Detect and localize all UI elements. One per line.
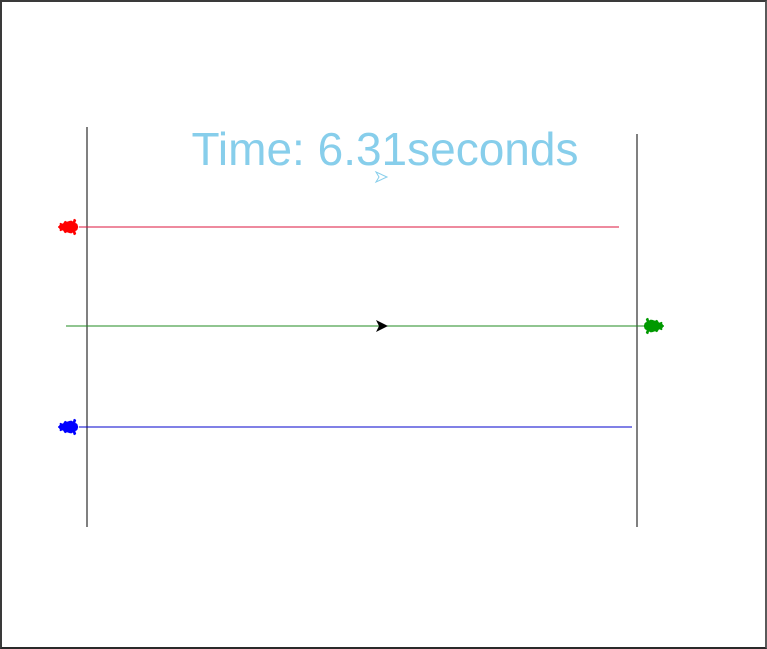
red-turtle-icon bbox=[57, 218, 79, 236]
red-turtle-shape bbox=[57, 218, 79, 236]
green-turtle-shape bbox=[643, 317, 665, 335]
blue-turtle-icon bbox=[57, 418, 79, 436]
blue-turtle-shape bbox=[57, 418, 79, 436]
timer-label: Time: 6.31seconds bbox=[192, 123, 579, 175]
green-turtle-icon bbox=[643, 317, 665, 335]
race-canvas: Time: 6.31seconds bbox=[57, 123, 665, 527]
